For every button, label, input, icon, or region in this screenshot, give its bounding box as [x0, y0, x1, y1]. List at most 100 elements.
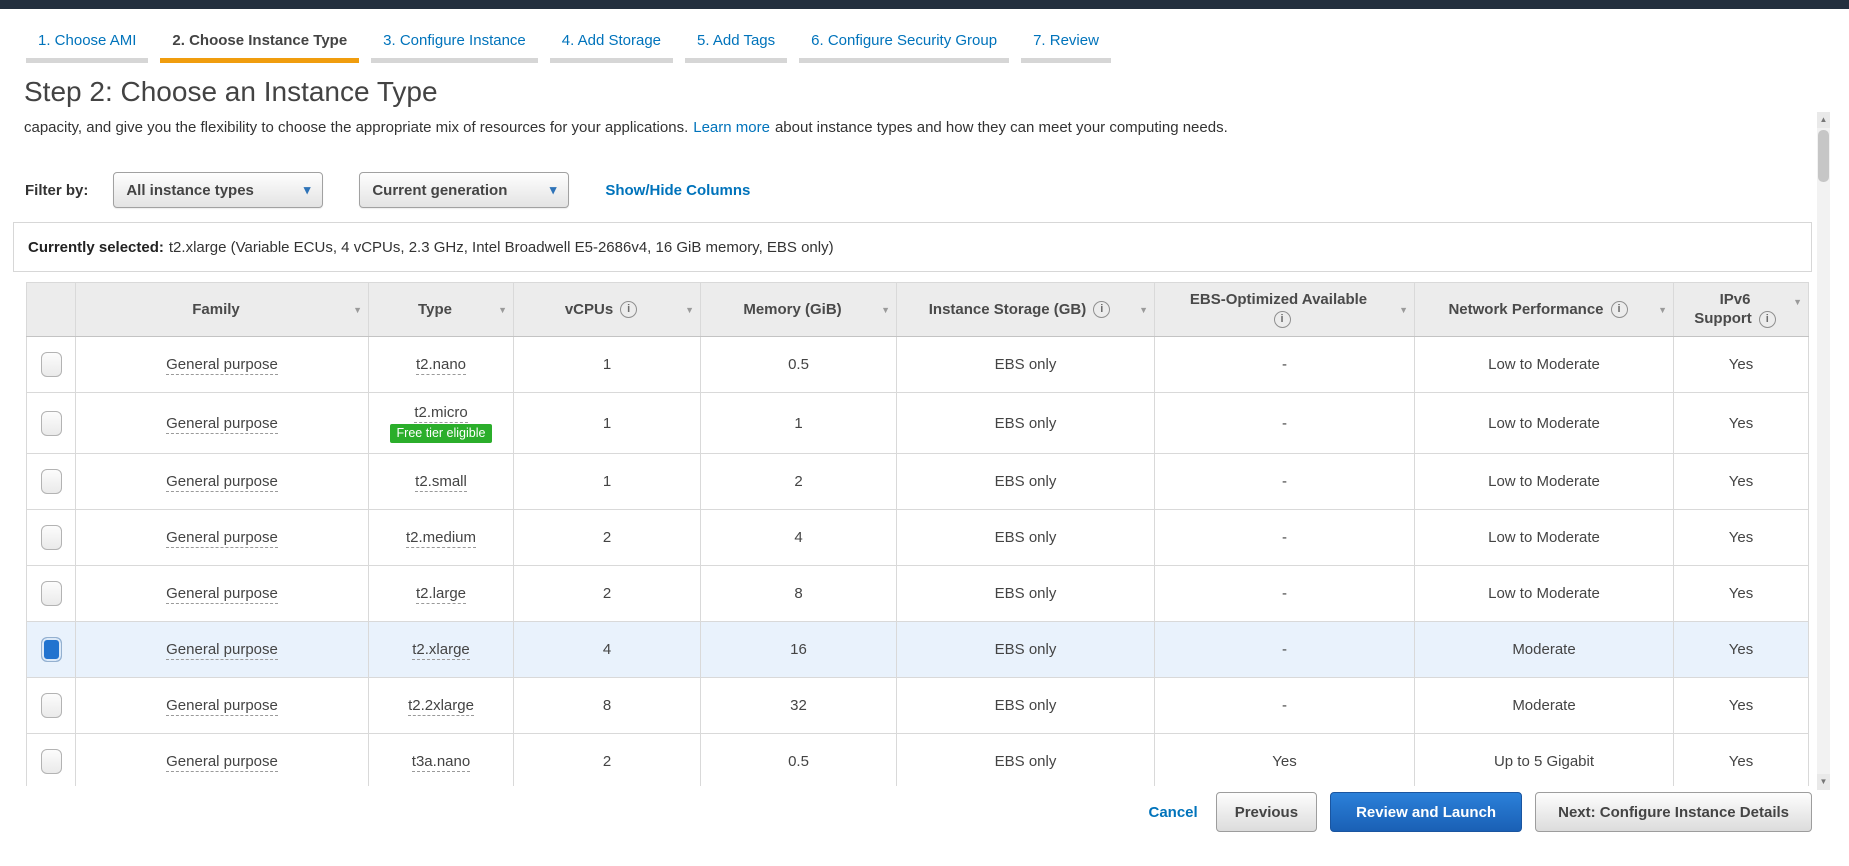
free-tier-badge: Free tier eligible: [389, 423, 493, 443]
column-header-memory[interactable]: Memory (GiB) ▼: [700, 282, 897, 337]
cell-memory: 8: [700, 565, 897, 622]
row-checkbox[interactable]: [40, 581, 62, 606]
info-icon[interactable]: i: [620, 301, 638, 319]
cell-ipv6: Yes: [1673, 677, 1809, 734]
review-and-launch-button[interactable]: Review and Launch: [1330, 792, 1523, 832]
column-header-label: Type: [418, 301, 452, 318]
family-label: General purpose: [166, 585, 278, 604]
cell-type: t3a.nano: [368, 733, 514, 786]
info-icon[interactable]: i: [1093, 301, 1111, 319]
column-header-label: IPv6: [1719, 291, 1751, 309]
column-header-storage[interactable]: Instance Storage (GB) i ▼: [896, 282, 1155, 337]
tab-choose-instance-type[interactable]: 2. Choose Instance Type: [160, 32, 360, 63]
instance-row-t2-nano[interactable]: General purpose t2.nano 1 0.5 EBS only - Low t…: [26, 336, 1809, 393]
row-checkbox[interactable]: [40, 637, 62, 662]
info-icon[interactable]: i: [1610, 301, 1628, 319]
tab-configure-instance[interactable]: 3. Configure Instance: [371, 32, 538, 63]
chevron-down-icon: ▾: [549, 182, 557, 197]
row-checkbox[interactable]: [40, 469, 62, 494]
table-header-row: Family ▼ Type ▼ vCPUs i ▼ Memory (GiB) ▼ Instance…: [26, 282, 1809, 337]
cell-network: Moderate: [1414, 677, 1674, 734]
column-header-network[interactable]: Network Performance i ▼: [1414, 282, 1674, 337]
column-header-family[interactable]: Family ▼: [75, 282, 369, 337]
type-label: t2.large: [415, 585, 467, 604]
column-header-ipv6[interactable]: IPv6 Support i ▼: [1673, 282, 1809, 337]
instance-family-filter-dropdown[interactable]: All instance types ▾: [113, 172, 324, 208]
row-checkbox[interactable]: [40, 693, 62, 718]
cell-storage: EBS only: [896, 336, 1155, 393]
sort-icon[interactable]: ▼: [1658, 305, 1667, 315]
cell-select: [26, 453, 76, 510]
cell-memory: 0.5: [700, 336, 897, 393]
tab-add-storage[interactable]: 4. Add Storage: [549, 32, 674, 63]
column-header-ebs_optimized[interactable]: EBS-Optimized Available i ▼: [1154, 282, 1415, 337]
cell-memory: 0.5: [700, 733, 897, 786]
cell-select: [26, 733, 76, 786]
cell-ebs_optimized: -: [1154, 453, 1415, 510]
generation-filter-dropdown[interactable]: Current generation ▾: [359, 172, 570, 208]
type-label: t2.small: [415, 473, 467, 492]
cell-vcpus: 2: [513, 509, 701, 566]
info-icon[interactable]: i: [1758, 310, 1776, 328]
row-checkbox[interactable]: [40, 352, 62, 377]
instance-row-t2-micro[interactable]: General purpose t2.micro Free tier eligibl…: [26, 392, 1809, 454]
row-checkbox[interactable]: [40, 410, 62, 436]
cell-memory: 2: [700, 453, 897, 510]
sort-icon[interactable]: ▼: [1793, 297, 1802, 307]
type-label: t3a.nano: [411, 753, 471, 772]
next-configure-instance-button[interactable]: Next: Configure Instance Details: [1535, 792, 1812, 832]
cell-type: t2.micro Free tier eligible: [368, 392, 514, 454]
cell-ebs_optimized: -: [1154, 392, 1415, 454]
row-checkbox[interactable]: [40, 749, 62, 774]
column-header-vcpus[interactable]: vCPUs i ▼: [513, 282, 701, 337]
chevron-down-icon: ▾: [303, 182, 311, 197]
cell-network: Low to Moderate: [1414, 453, 1674, 510]
wizard-tabs: 1. Choose AMI 2. Choose Instance Type 3. C…: [0, 9, 1849, 63]
sort-icon[interactable]: ▼: [498, 305, 507, 315]
show-hide-columns-link[interactable]: Show/Hide Columns: [605, 182, 750, 199]
currently-selected-value: t2.xlarge (Variable ECUs, 4 vCPUs, 2.3 G…: [168, 239, 834, 256]
tab-choose-ami[interactable]: 1. Choose AMI: [26, 32, 149, 63]
column-header-label: Family: [192, 301, 240, 318]
cell-ebs_optimized: Yes: [1154, 733, 1415, 786]
cell-select: [26, 392, 76, 454]
previous-button[interactable]: Previous: [1215, 792, 1318, 832]
cell-ipv6: Yes: [1673, 565, 1809, 622]
cell-memory: 16: [700, 621, 897, 678]
instance-row-t2-2xlarge[interactable]: General purpose t2.2xlarge 8 32 EBS only - Mod…: [26, 677, 1809, 734]
cell-storage: EBS only: [896, 509, 1155, 566]
family-label: General purpose: [166, 473, 278, 492]
row-checkbox[interactable]: [40, 525, 62, 550]
family-label: General purpose: [166, 414, 278, 434]
learn-more-link[interactable]: Learn more: [693, 119, 770, 136]
column-header-label: vCPUs: [564, 300, 614, 318]
cell-ipv6: Yes: [1673, 336, 1809, 393]
cell-family: General purpose: [75, 392, 369, 454]
sort-icon[interactable]: ▼: [353, 305, 362, 315]
cancel-link[interactable]: Cancel: [1148, 804, 1197, 821]
instance-row-t3a-nano[interactable]: General purpose t3a.nano 2 0.5 EBS only Yes Up…: [26, 733, 1809, 786]
cell-vcpus: 8: [513, 677, 701, 734]
instance-row-t2-xlarge[interactable]: General purpose t2.xlarge 4 16 EBS only - Mode…: [26, 621, 1809, 678]
instance-table: Family ▼ Type ▼ vCPUs i ▼ Memory (GiB) ▼ Instance…: [26, 282, 1809, 786]
cell-vcpus: 1: [513, 392, 701, 454]
cell-ebs_optimized: -: [1154, 621, 1415, 678]
tab-configure-security-group[interactable]: 6. Configure Security Group: [799, 32, 1010, 63]
sort-icon[interactable]: ▼: [1399, 305, 1408, 315]
tab-review[interactable]: 7. Review: [1021, 32, 1111, 63]
instance-row-t2-medium[interactable]: General purpose t2.medium 2 4 EBS only - Low t…: [26, 509, 1809, 566]
cell-ebs_optimized: -: [1154, 509, 1415, 566]
cell-memory: 4: [700, 509, 897, 566]
info-icon[interactable]: i: [1273, 310, 1291, 328]
instance-row-t2-large[interactable]: General purpose t2.large 2 8 EBS only - Low to…: [26, 565, 1809, 622]
column-header-type[interactable]: Type ▼: [368, 282, 514, 337]
cell-storage: EBS only: [896, 565, 1155, 622]
sort-icon[interactable]: ▼: [685, 305, 694, 315]
tab-add-tags[interactable]: 5. Add Tags: [685, 32, 788, 63]
instance-row-t2-small[interactable]: General purpose t2.small 1 2 EBS only - Low to…: [26, 453, 1809, 510]
sort-icon[interactable]: ▼: [881, 305, 890, 315]
vertical-scrollbar[interactable]: ▲ ▼: [1817, 112, 1830, 790]
family-label: General purpose: [166, 356, 278, 375]
scroll-down-icon[interactable]: ▼: [1817, 774, 1830, 790]
sort-icon[interactable]: ▼: [1139, 305, 1148, 315]
